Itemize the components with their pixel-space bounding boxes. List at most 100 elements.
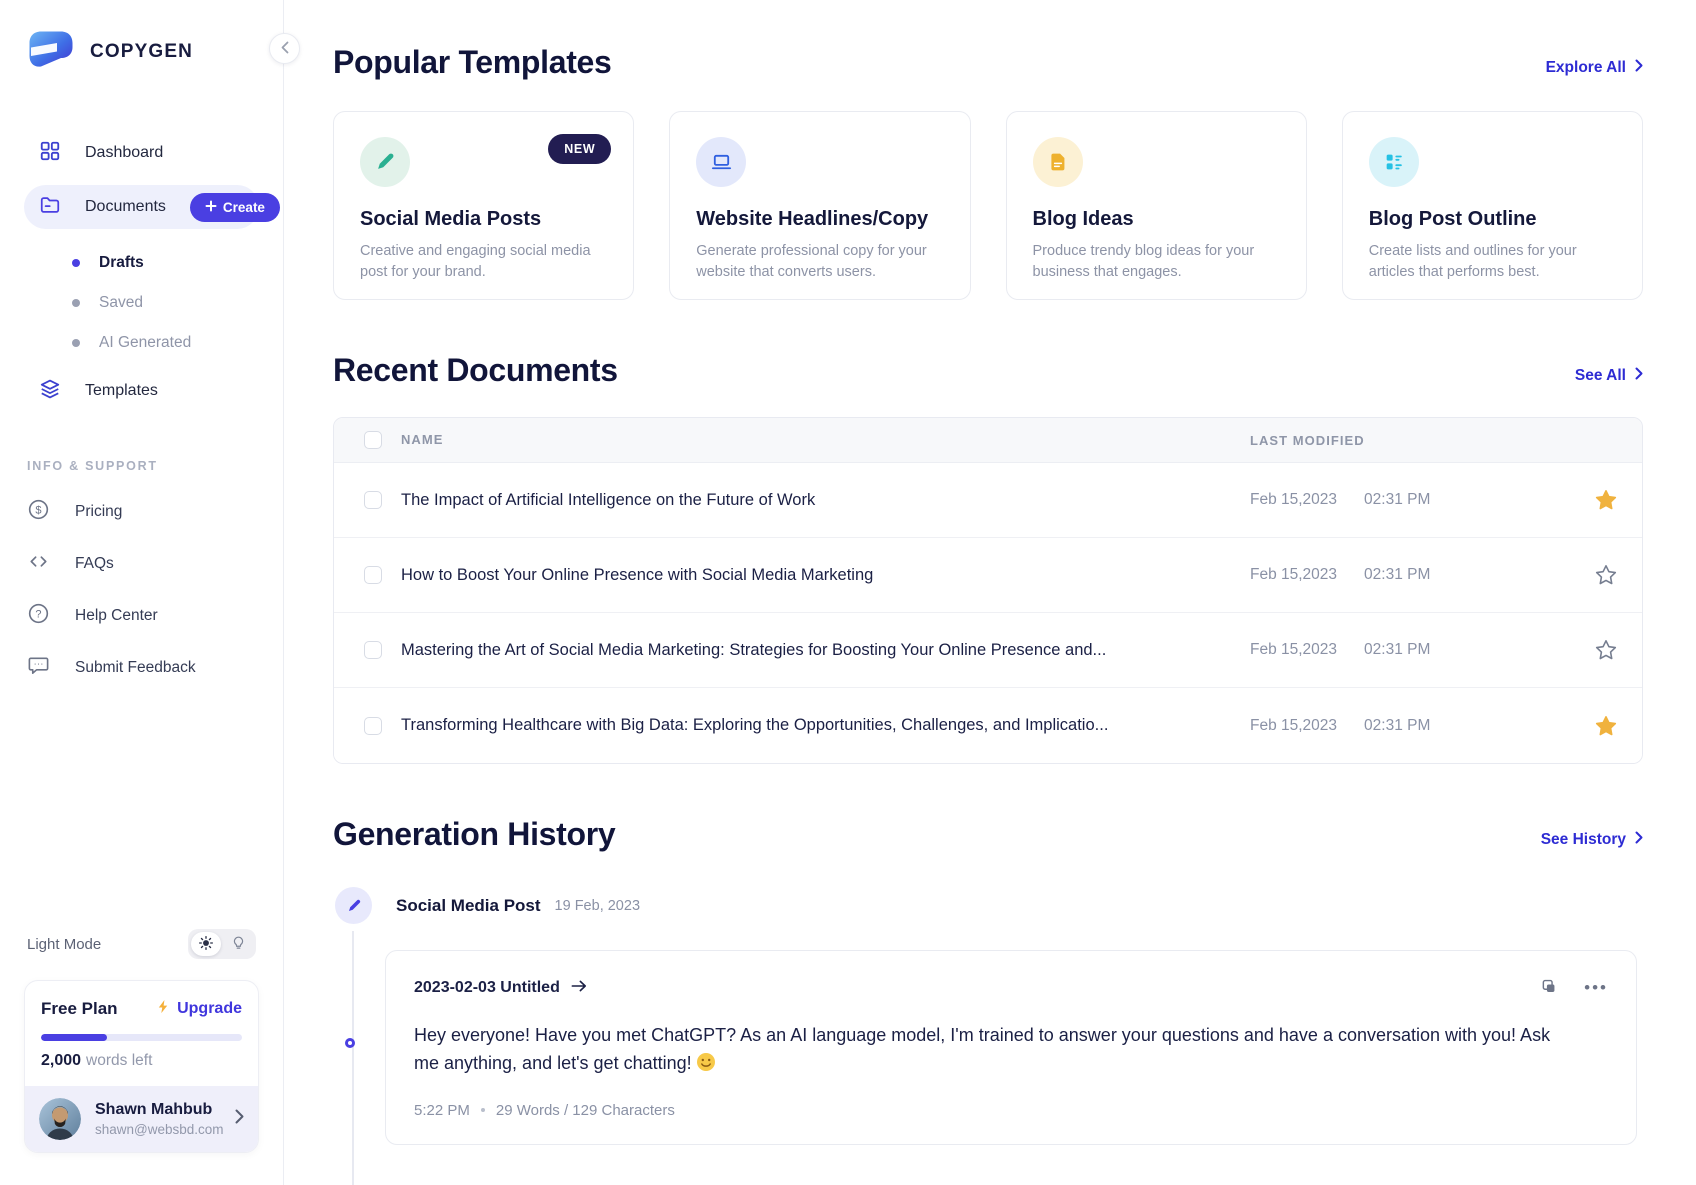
layers-icon (39, 378, 61, 405)
theme-mode-label: Light Mode (27, 936, 101, 953)
row-checkbox[interactable] (364, 641, 382, 659)
theme-row: Light Mode (27, 929, 256, 959)
document-time: 02:31 PM (1364, 491, 1430, 509)
document-icon (1033, 137, 1083, 187)
theme-toggle (188, 929, 256, 959)
document-name[interactable]: The Impact of Artificial Intelligence on… (401, 491, 1230, 510)
star-icon[interactable] (1594, 563, 1618, 587)
upgrade-button[interactable]: Upgrade (156, 998, 242, 1020)
star-icon[interactable] (1594, 638, 1618, 662)
sidebar-item-dashboard[interactable]: Dashboard (24, 131, 259, 175)
template-card-description: Create lists and outlines for your artic… (1369, 241, 1616, 283)
chevron-left-icon (281, 41, 289, 57)
copy-button[interactable] (1539, 977, 1558, 999)
subitem-label: Saved (99, 294, 143, 312)
sidebar-item-pricing[interactable]: $ Pricing (24, 493, 259, 531)
template-card-title: Blog Ideas (1033, 208, 1280, 231)
smiley-emoji-icon (696, 1052, 716, 1081)
star-icon[interactable] (1594, 714, 1618, 738)
row-checkbox[interactable] (364, 491, 382, 509)
laptop-icon (696, 137, 746, 187)
document-time: 02:31 PM (1364, 566, 1430, 584)
sidebar-item-help-center[interactable]: ? Help Center (24, 597, 259, 635)
template-card-website-headlines[interactable]: Website Headlines/Copy Generate professi… (669, 111, 970, 300)
user-profile[interactable]: Shawn Mahbub shawn@websbd.com (25, 1086, 258, 1152)
words-progress-bar (41, 1034, 242, 1041)
plan-card: Free Plan Upgrade 2,000words left (24, 980, 259, 1153)
row-checkbox[interactable] (364, 717, 382, 735)
question-circle-icon: ? (27, 602, 50, 630)
select-all-checkbox[interactable] (364, 431, 382, 449)
see-history-link[interactable]: See History (1541, 831, 1643, 853)
chevron-right-icon (1635, 367, 1643, 385)
recent-documents-title: Recent Documents (333, 352, 618, 389)
sidebar-item-label: Templates (85, 382, 158, 400)
chevron-right-icon[interactable] (235, 1109, 244, 1129)
sidebar-subitem-ai-generated[interactable]: AI Generated (24, 323, 259, 363)
sidebar-item-label: Submit Feedback (75, 659, 196, 677)
sidebar-item-documents[interactable]: Documents Create (24, 185, 259, 229)
generation-date: 19 Feb, 2023 (555, 898, 640, 914)
words-progress-fill (41, 1034, 107, 1041)
user-name: Shawn Mahbub (95, 1101, 224, 1119)
copygen-logo-icon (28, 30, 74, 73)
star-icon[interactable] (1594, 488, 1618, 512)
plan-name: Free Plan (41, 999, 118, 1019)
subitem-label: Drafts (99, 254, 144, 272)
sidebar-item-label: Documents (85, 198, 166, 216)
sidebar-collapse-button[interactable] (269, 33, 300, 64)
sidebar-item-label: Pricing (75, 503, 122, 521)
template-card-blog-ideas[interactable]: Blog Ideas Produce trendy blog ideas for… (1006, 111, 1307, 300)
see-all-link[interactable]: See All (1575, 367, 1643, 389)
template-card-social-media-posts[interactable]: NEW Social Media Posts Creative and enga… (333, 111, 634, 300)
lightning-bolt-icon (156, 998, 171, 1020)
main-content: Popular Templates Explore All NEW Social… (284, 0, 1696, 1185)
column-header-name: NAME (401, 432, 443, 447)
outline-list-icon (1369, 137, 1419, 187)
create-button[interactable]: Create (190, 193, 280, 222)
user-info: Shawn Mahbub shawn@websbd.com (95, 1101, 224, 1137)
sidebar-subitem-drafts[interactable]: Drafts (24, 243, 259, 283)
document-name[interactable]: Transforming Healthcare with Big Data: E… (401, 716, 1230, 735)
sidebar-item-faqs[interactable]: FAQs (24, 545, 259, 583)
explore-all-link[interactable]: Explore All (1546, 59, 1643, 81)
document-date: Feb 15,2023 (1250, 491, 1337, 509)
timeline-entry-header: Social Media Post 19 Feb, 2023 (333, 887, 1643, 924)
template-card-description: Generate professional copy for your webs… (696, 241, 943, 283)
upgrade-label: Upgrade (177, 1000, 242, 1018)
template-card-blog-post-outline[interactable]: Blog Post Outline Create lists and outli… (1342, 111, 1643, 300)
generation-history-title: Generation History (333, 816, 615, 853)
copy-icon (1539, 977, 1558, 999)
table-row: The Impact of Artificial Intelligence on… (334, 463, 1642, 538)
generation-word-count: 29 Words / 129 Characters (496, 1102, 675, 1119)
generation-meta: 5:22 PM 29 Words / 129 Characters (414, 1102, 1608, 1119)
column-header-last-modified: LAST MODIFIED (1250, 433, 1365, 448)
history-timeline: Social Media Post 19 Feb, 2023 2023-02-0… (333, 887, 1643, 1145)
create-button-label: Create (223, 200, 265, 215)
document-name[interactable]: How to Boost Your Online Presence with S… (401, 566, 1230, 585)
pen-icon (360, 137, 410, 187)
lightbulb-icon (231, 935, 246, 953)
sidebar-subitem-saved[interactable]: Saved (24, 283, 259, 323)
dark-mode-bulb-button[interactable] (223, 932, 253, 956)
generation-doc-link[interactable]: 2023-02-03 Untitled (414, 979, 587, 998)
pen-icon (335, 887, 372, 924)
light-mode-button[interactable] (191, 932, 221, 956)
table-row: Transforming Healthcare with Big Data: E… (334, 688, 1642, 763)
document-date: Feb 15,2023 (1250, 641, 1337, 659)
row-checkbox[interactable] (364, 566, 382, 584)
brand-name: COPYGEN (90, 41, 193, 63)
document-name[interactable]: Mastering the Art of Social Media Market… (401, 641, 1230, 660)
words-left: 2,000words left (41, 1052, 242, 1070)
dashboard-grid-icon (39, 140, 61, 167)
new-badge: NEW (548, 134, 611, 164)
more-options-button[interactable]: ••• (1584, 983, 1608, 993)
documents-sublist: Drafts Saved AI Generated (24, 243, 259, 363)
bullet-dot-icon (72, 259, 80, 267)
support-section-heading: INFO & SUPPORT (27, 459, 259, 473)
sidebar-item-templates[interactable]: Templates (24, 369, 259, 413)
sidebar-item-submit-feedback[interactable]: Submit Feedback (24, 649, 259, 687)
svg-text:$: $ (35, 504, 41, 516)
arrow-right-icon (571, 979, 587, 998)
bullet-dot-icon (72, 299, 80, 307)
